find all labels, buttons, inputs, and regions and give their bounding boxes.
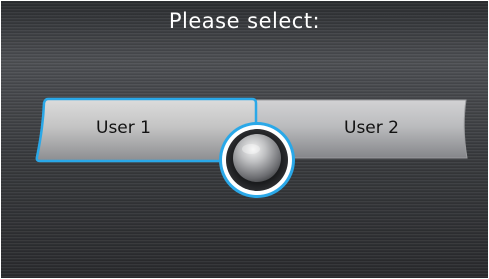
page-title: Please select:	[168, 9, 321, 33]
user-select-screen: Please select: User 1 User 2	[0, 0, 489, 279]
interface-dial[interactable]	[218, 122, 297, 201]
